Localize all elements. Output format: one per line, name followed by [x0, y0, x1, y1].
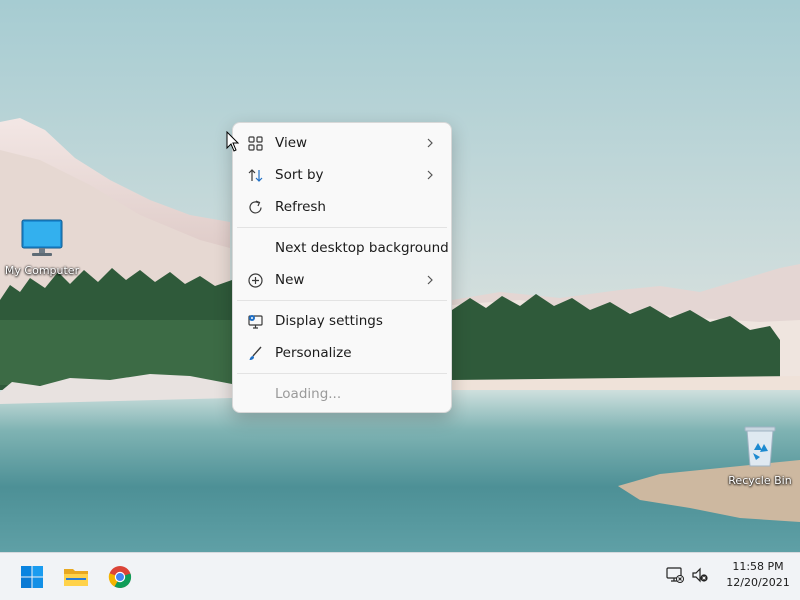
- windows-start-icon: [21, 566, 43, 588]
- mouse-cursor-icon: [226, 131, 240, 152]
- display-settings-icon: [248, 315, 263, 329]
- menu-item-new[interactable]: New: [233, 264, 451, 296]
- chevron-right-icon: [427, 138, 433, 148]
- refresh-icon: [249, 200, 262, 214]
- grid-icon: [248, 136, 263, 151]
- menu-item-refresh[interactable]: Refresh: [233, 191, 451, 223]
- menu-separator: [237, 300, 447, 301]
- menu-item-display-settings[interactable]: Display settings: [233, 305, 451, 337]
- file-explorer-icon: [64, 569, 88, 586]
- sort-arrows-icon: [248, 169, 263, 182]
- menu-item-label: Next desktop background: [275, 240, 449, 256]
- menu-item-view[interactable]: View: [233, 127, 451, 159]
- menu-item-label: Refresh: [275, 199, 326, 215]
- desktop-icon-recycle-bin[interactable]: Recycle Bin: [718, 424, 800, 488]
- menu-item-personalize[interactable]: Personalize: [233, 337, 451, 369]
- menu-item-label: Loading...: [275, 386, 342, 402]
- menu-separator: [237, 373, 447, 374]
- chevron-right-icon: [427, 275, 433, 285]
- menu-item-label: View: [275, 135, 308, 151]
- desktop-icon-label: Recycle Bin: [728, 474, 792, 487]
- desktop-icon-label: My Computer: [4, 264, 80, 277]
- volume-muted-icon[interactable]: [691, 566, 709, 584]
- brush-icon: [249, 346, 262, 360]
- taskbar-clock[interactable]: 11:58 PM 12/20/2021: [716, 559, 800, 591]
- chrome-icon: [108, 566, 132, 589]
- file-explorer-button[interactable]: [62, 563, 90, 591]
- chrome-button[interactable]: [106, 563, 134, 591]
- menu-item-next-desktop-background[interactable]: Next desktop background: [233, 232, 451, 264]
- clock-date: 12/20/2021: [726, 576, 790, 589]
- menu-item-label: New: [275, 272, 305, 288]
- recycle-bin-icon: [744, 426, 776, 467]
- menu-separator: [237, 227, 447, 228]
- start-button[interactable]: [18, 563, 46, 591]
- desktop-icon-my-computer[interactable]: My Computer: [0, 218, 84, 278]
- menu-item-loading: Loading...: [233, 378, 451, 410]
- monitor-icon: [21, 219, 63, 256]
- clock-time: 11:58 PM: [732, 560, 784, 573]
- menu-item-label: Display settings: [275, 313, 383, 329]
- chevron-right-icon: [427, 170, 433, 180]
- desktop-context-menu: View Sort by Refresh Next desktop backgr…: [232, 122, 452, 413]
- menu-item-label: Personalize: [275, 345, 352, 361]
- plus-circle-icon: [248, 273, 263, 288]
- menu-item-label: Sort by: [275, 167, 324, 183]
- menu-item-sort-by[interactable]: Sort by: [233, 159, 451, 191]
- network-icon[interactable]: [666, 566, 684, 584]
